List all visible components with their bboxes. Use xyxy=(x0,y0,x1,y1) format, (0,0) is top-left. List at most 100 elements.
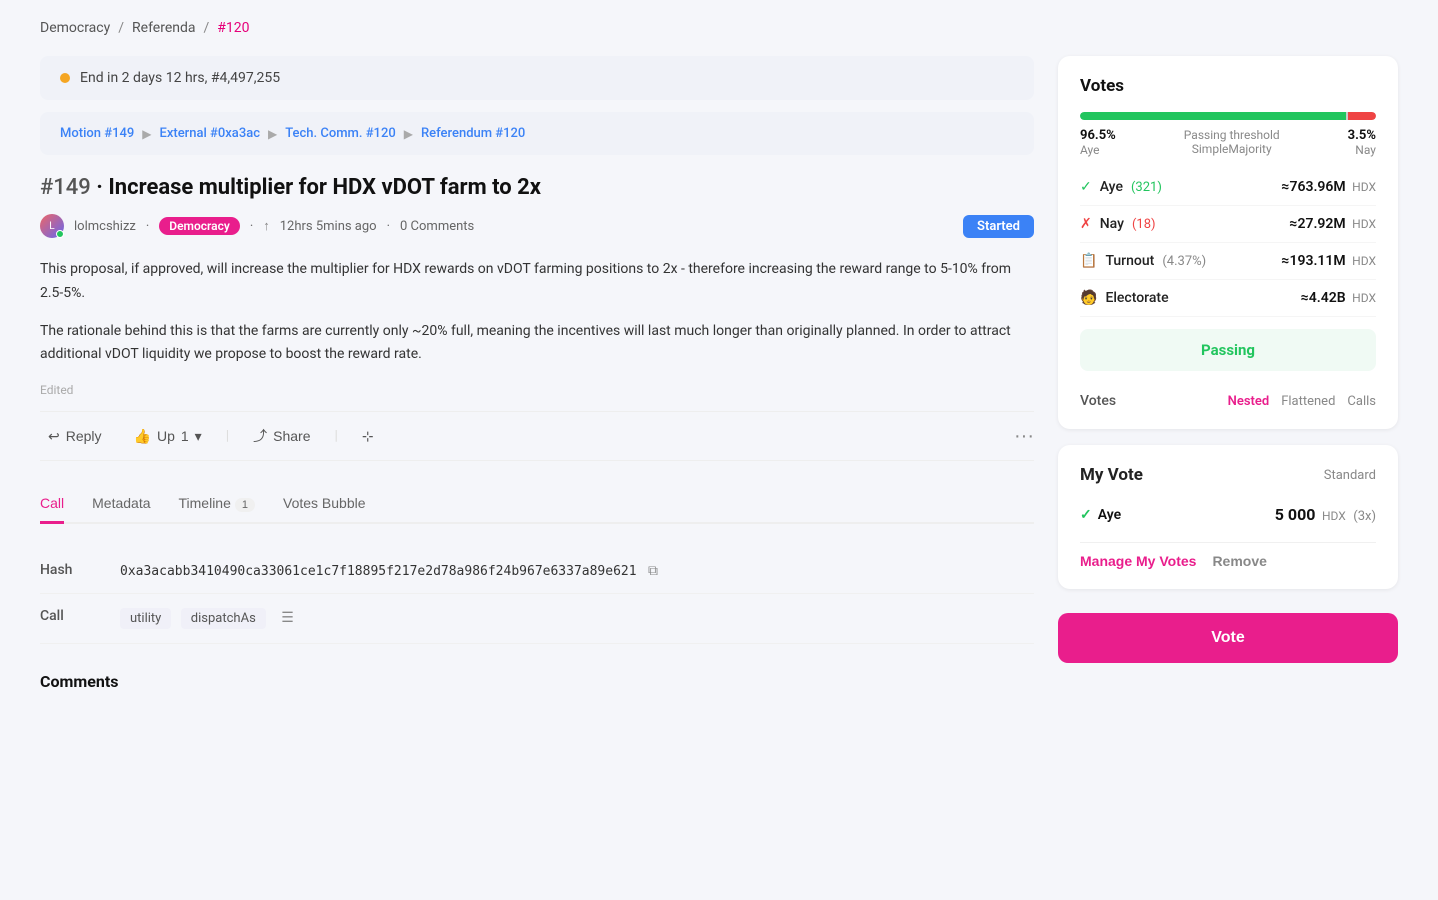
my-vote-row: ✓ Aye 5 000 HDX (3x) xyxy=(1080,499,1376,530)
hash-label: Hash xyxy=(40,548,120,594)
vote-button[interactable]: Vote xyxy=(1058,613,1398,663)
nay-label: Nay xyxy=(1348,143,1376,157)
turnout-vote-row: 📋 Turnout (4.37%) ≈193.11M HDX xyxy=(1080,243,1376,280)
upvote-button[interactable]: 👍 Up 1 ▾ xyxy=(126,424,210,449)
nay-currency: HDX xyxy=(1352,217,1376,231)
threshold-label: Passing threshold xyxy=(1184,128,1280,142)
vote-bar-nay xyxy=(1348,112,1376,120)
my-vote-currency: HDX xyxy=(1322,509,1346,523)
list-icon: ☰ xyxy=(281,610,294,626)
chevron-down-icon: ▾ xyxy=(195,428,202,445)
threshold-type: SimpleMajority xyxy=(1184,142,1280,156)
move-icon: ⊹ xyxy=(362,428,374,445)
call-label: Call xyxy=(40,594,120,644)
reply-icon: ↩ xyxy=(48,428,60,445)
my-vote-card: My Vote Standard ✓ Aye 5 000 HDX (3x) Ma xyxy=(1058,445,1398,589)
standard-label: Standard xyxy=(1324,468,1376,483)
aye-vote-label: Aye xyxy=(1100,179,1123,195)
tab-timeline[interactable]: Timeline1 xyxy=(179,485,256,524)
my-vote-actions: Manage My Votes Remove xyxy=(1080,542,1376,569)
aye-pct: 96.5% xyxy=(1080,128,1116,143)
electorate-amount: ≈4.42B xyxy=(1301,290,1346,306)
votes-tab-calls[interactable]: Calls xyxy=(1347,394,1376,409)
aye-vote-row: ✓ Aye (321) ≈763.96M HDX xyxy=(1080,169,1376,206)
proposal-body: This proposal, if approved, will increas… xyxy=(40,258,1034,367)
my-vote-check-icon: ✓ xyxy=(1080,507,1092,523)
vote-bar-labels: 96.5% Aye Passing threshold SimpleMajori… xyxy=(1080,128,1376,157)
chain-referendum[interactable]: Referendum #120 xyxy=(421,126,525,141)
turnout-label: Turnout xyxy=(1105,253,1154,269)
electorate-vote-row: 🧑 Electorate ≈4.42B HDX xyxy=(1080,280,1376,317)
proposal-meta: L lolmcshizz · Democracy · ↑ 12hrs 5mins… xyxy=(40,214,1034,238)
breadcrumb-democracy[interactable]: Democracy xyxy=(40,20,110,36)
tab-votes-bubble[interactable]: Votes Bubble xyxy=(283,485,366,524)
content-area: End in 2 days 12 hrs, #4,497,255 Motion … xyxy=(40,56,1034,691)
aye-check-icon: ✓ xyxy=(1080,179,1092,195)
breadcrumb-current: #120 xyxy=(217,20,249,36)
votes-tabs: Nested Flattened Calls xyxy=(1228,394,1376,409)
tab-bar: Call Metadata Timeline1 Votes Bubble xyxy=(40,485,1034,524)
more-options-button[interactable]: ··· xyxy=(1014,425,1034,448)
reply-button[interactable]: ↩ Reply xyxy=(40,424,110,449)
chain-external[interactable]: External #0xa3ac xyxy=(159,126,260,141)
share-icon: ⤴ xyxy=(253,426,267,446)
tab-call[interactable]: Call xyxy=(40,485,64,524)
time-ago: 12hrs 5mins ago xyxy=(280,219,377,234)
comment-count: 0 Comments xyxy=(400,219,474,234)
aye-currency: HDX xyxy=(1352,180,1376,194)
passing-banner: Passing xyxy=(1080,329,1376,371)
timer-dot xyxy=(60,73,70,83)
aye-label: Aye xyxy=(1080,143,1116,157)
manage-my-votes-button[interactable]: Manage My Votes xyxy=(1080,553,1196,569)
breadcrumb-referenda[interactable]: Referenda xyxy=(132,20,195,36)
status-badge: Started xyxy=(963,215,1034,238)
drag-handle[interactable]: ⊹ xyxy=(354,424,382,449)
my-vote-amount: 5 000 xyxy=(1275,505,1316,524)
avatar: L xyxy=(40,214,64,238)
nay-vote-row: ✗ Nay (18) ≈27.92M HDX xyxy=(1080,206,1376,243)
vote-bar-aye xyxy=(1080,112,1346,120)
thumbsup-icon: 👍 xyxy=(134,428,151,445)
my-vote-multiplier: (3x) xyxy=(1353,509,1376,524)
chain-breadcrumb: Motion #149 ▶ External #0xa3ac ▶ Tech. C… xyxy=(40,112,1034,155)
nay-pct: 3.5% xyxy=(1348,128,1376,143)
category-badge: Democracy xyxy=(159,217,240,235)
my-vote-title: My Vote xyxy=(1080,465,1143,485)
electorate-person-icon: 🧑 xyxy=(1080,290,1097,306)
timer-banner: End in 2 days 12 hrs, #4,497,255 xyxy=(40,56,1034,100)
edited-label: Edited xyxy=(40,383,1034,397)
votes-tab-nested[interactable]: Nested xyxy=(1228,394,1270,409)
timer-text: End in 2 days 12 hrs, #4,497,255 xyxy=(80,70,280,86)
votes-footer: Votes Nested Flattened Calls xyxy=(1080,385,1376,409)
trend-icon: ↑ xyxy=(263,218,270,234)
nay-count: (18) xyxy=(1132,217,1156,232)
vote-bar-wrapper: 96.5% Aye Passing threshold SimpleMajori… xyxy=(1080,112,1376,157)
votes-title: Votes xyxy=(1080,76,1376,96)
turnout-pct: (4.37%) xyxy=(1162,254,1206,269)
sidebar: Votes 96.5% Aye Passing thre xyxy=(1058,56,1398,663)
chain-motion[interactable]: Motion #149 xyxy=(60,126,134,141)
aye-amount: ≈763.96M xyxy=(1281,179,1345,195)
votes-card: Votes 96.5% Aye Passing thre xyxy=(1058,56,1398,429)
tag-utility: utility xyxy=(120,608,171,629)
votes-tab-flattened[interactable]: Flattened xyxy=(1281,394,1335,409)
chain-tech-comm[interactable]: Tech. Comm. #120 xyxy=(285,126,396,141)
proposal-title: #149 · Increase multiplier for HDX vDOT … xyxy=(40,175,1034,200)
vote-bar xyxy=(1080,112,1376,120)
nay-amount: ≈27.92M xyxy=(1289,216,1345,232)
share-button[interactable]: ⤴ Share xyxy=(245,422,318,450)
tab-metadata[interactable]: Metadata xyxy=(92,485,150,524)
nay-vote-label: Nay xyxy=(1100,216,1124,232)
call-detail-table: Hash 0xa3acabb3410490ca33061ce1c7f18895f… xyxy=(40,548,1034,644)
copy-hash-button[interactable]: ⧉ xyxy=(648,562,658,579)
hash-value: 0xa3acabb3410490ca33061ce1c7f18895f217e2… xyxy=(120,564,637,579)
remove-vote-button[interactable]: Remove xyxy=(1212,553,1266,569)
comments-title: Comments xyxy=(40,672,1034,691)
my-vote-header: My Vote Standard xyxy=(1080,465,1376,485)
electorate-currency: HDX xyxy=(1352,291,1376,305)
votes-footer-label: Votes xyxy=(1080,393,1116,409)
action-bar: ↩ Reply 👍 Up 1 ▾ | ⤴ Share | ⊹ · xyxy=(40,411,1034,461)
verified-dot xyxy=(56,230,64,238)
turnout-doc-icon: 📋 xyxy=(1080,253,1097,269)
breadcrumb: Democracy / Referenda / #120 xyxy=(40,20,1398,36)
